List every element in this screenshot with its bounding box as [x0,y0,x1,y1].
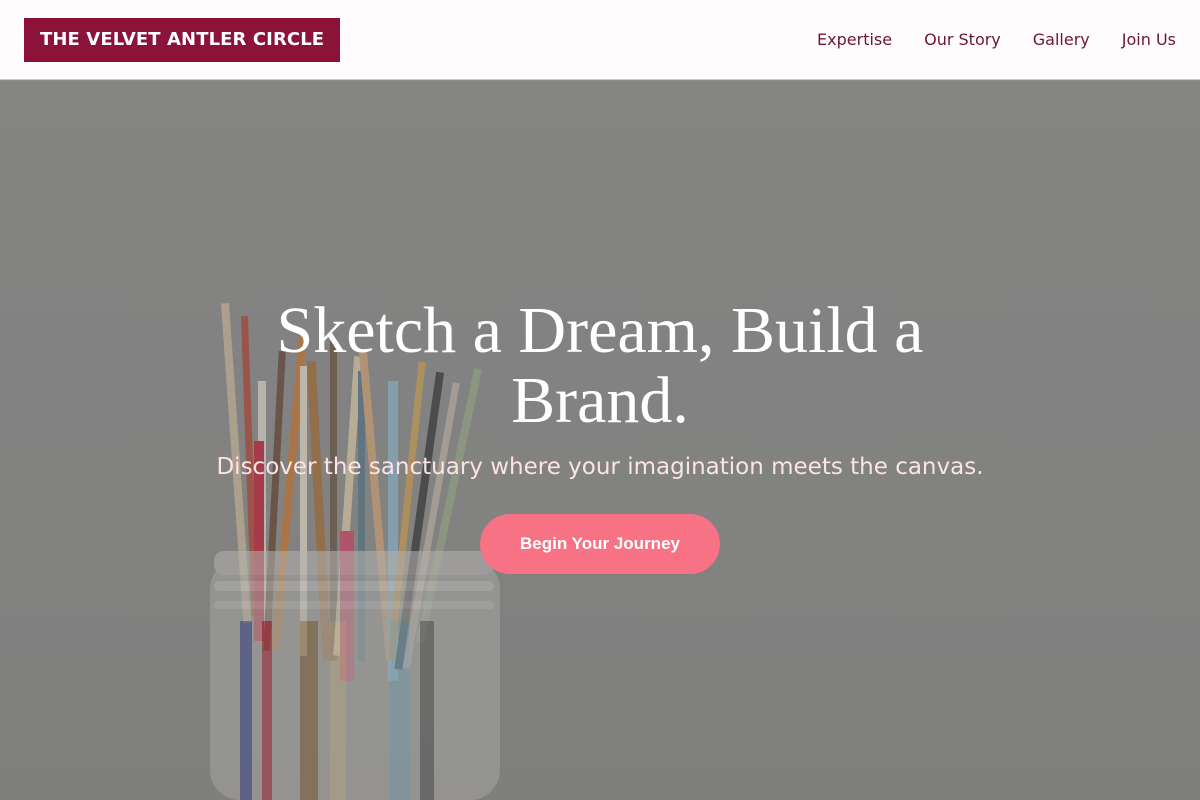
begin-journey-button[interactable]: Begin Your Journey [480,514,720,574]
nav-link-gallery[interactable]: Gallery [1033,30,1090,49]
nav-link-expertise[interactable]: Expertise [817,30,892,49]
hero-content: Sketch a Dream, Build a Brand. Discover … [0,296,1200,574]
hero-title: Sketch a Dream, Build a Brand. [276,294,924,437]
site-header: THE VELVET ANTLER CIRCLE Expertise Our S… [0,0,1200,80]
main-nav: Expertise Our Story Gallery Join Us [817,30,1176,49]
hero-subtitle: Discover the sanctuary where your imagin… [216,454,984,480]
hero-section: Sketch a Dream, Build a Brand. Discover … [0,81,1200,800]
nav-link-our-story[interactable]: Our Story [924,30,1001,49]
nav-link-join-us[interactable]: Join Us [1122,30,1176,49]
site-logo[interactable]: THE VELVET ANTLER CIRCLE [24,17,341,62]
